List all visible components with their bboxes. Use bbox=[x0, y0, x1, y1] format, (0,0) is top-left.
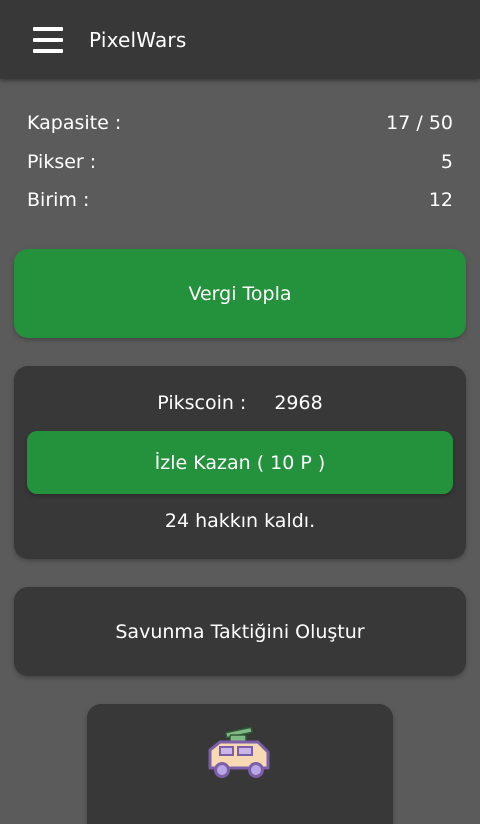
stat-label: Kapasite : bbox=[27, 112, 122, 135]
stat-label: Pikser : bbox=[27, 150, 97, 173]
stat-value: 17 / 50 bbox=[386, 112, 453, 135]
hamburger-menu-icon[interactable] bbox=[33, 27, 63, 53]
remaining-rights-text: 24 hakkın kaldı. bbox=[164, 510, 316, 532]
stat-value: 12 bbox=[428, 189, 453, 212]
stat-row-unit: Birim : 12 bbox=[27, 181, 453, 220]
unit-card[interactable] bbox=[87, 704, 393, 824]
armored-vehicle-icon bbox=[208, 726, 270, 778]
pikscoin-value: 2968 bbox=[274, 392, 323, 414]
app-title: PixelWars bbox=[89, 28, 187, 52]
pikscoin-balance: Pikscoin : 2968 bbox=[14, 392, 466, 414]
stats-panel: Kapasite : 17 / 50 Pikser : 5 Birim : 12 bbox=[27, 104, 453, 220]
create-defense-button[interactable]: Savunma Taktiğini Oluştur bbox=[14, 587, 466, 676]
stat-row-capacity: Kapasite : 17 / 50 bbox=[27, 104, 453, 143]
app-bar: PixelWars bbox=[0, 0, 480, 79]
stat-value: 5 bbox=[440, 150, 453, 173]
pikscoin-card: Pikscoin : 2968 İzle Kazan ( 10 P ) 24 ha… bbox=[14, 366, 466, 559]
collect-tax-button[interactable]: Vergi Topla bbox=[14, 249, 466, 338]
watch-earn-button[interactable]: İzle Kazan ( 10 P ) bbox=[27, 431, 453, 494]
pikscoin-label: Pikscoin : bbox=[157, 392, 247, 414]
stat-label: Birim : bbox=[27, 189, 90, 212]
stat-row-pikser: Pikser : 5 bbox=[27, 143, 453, 182]
